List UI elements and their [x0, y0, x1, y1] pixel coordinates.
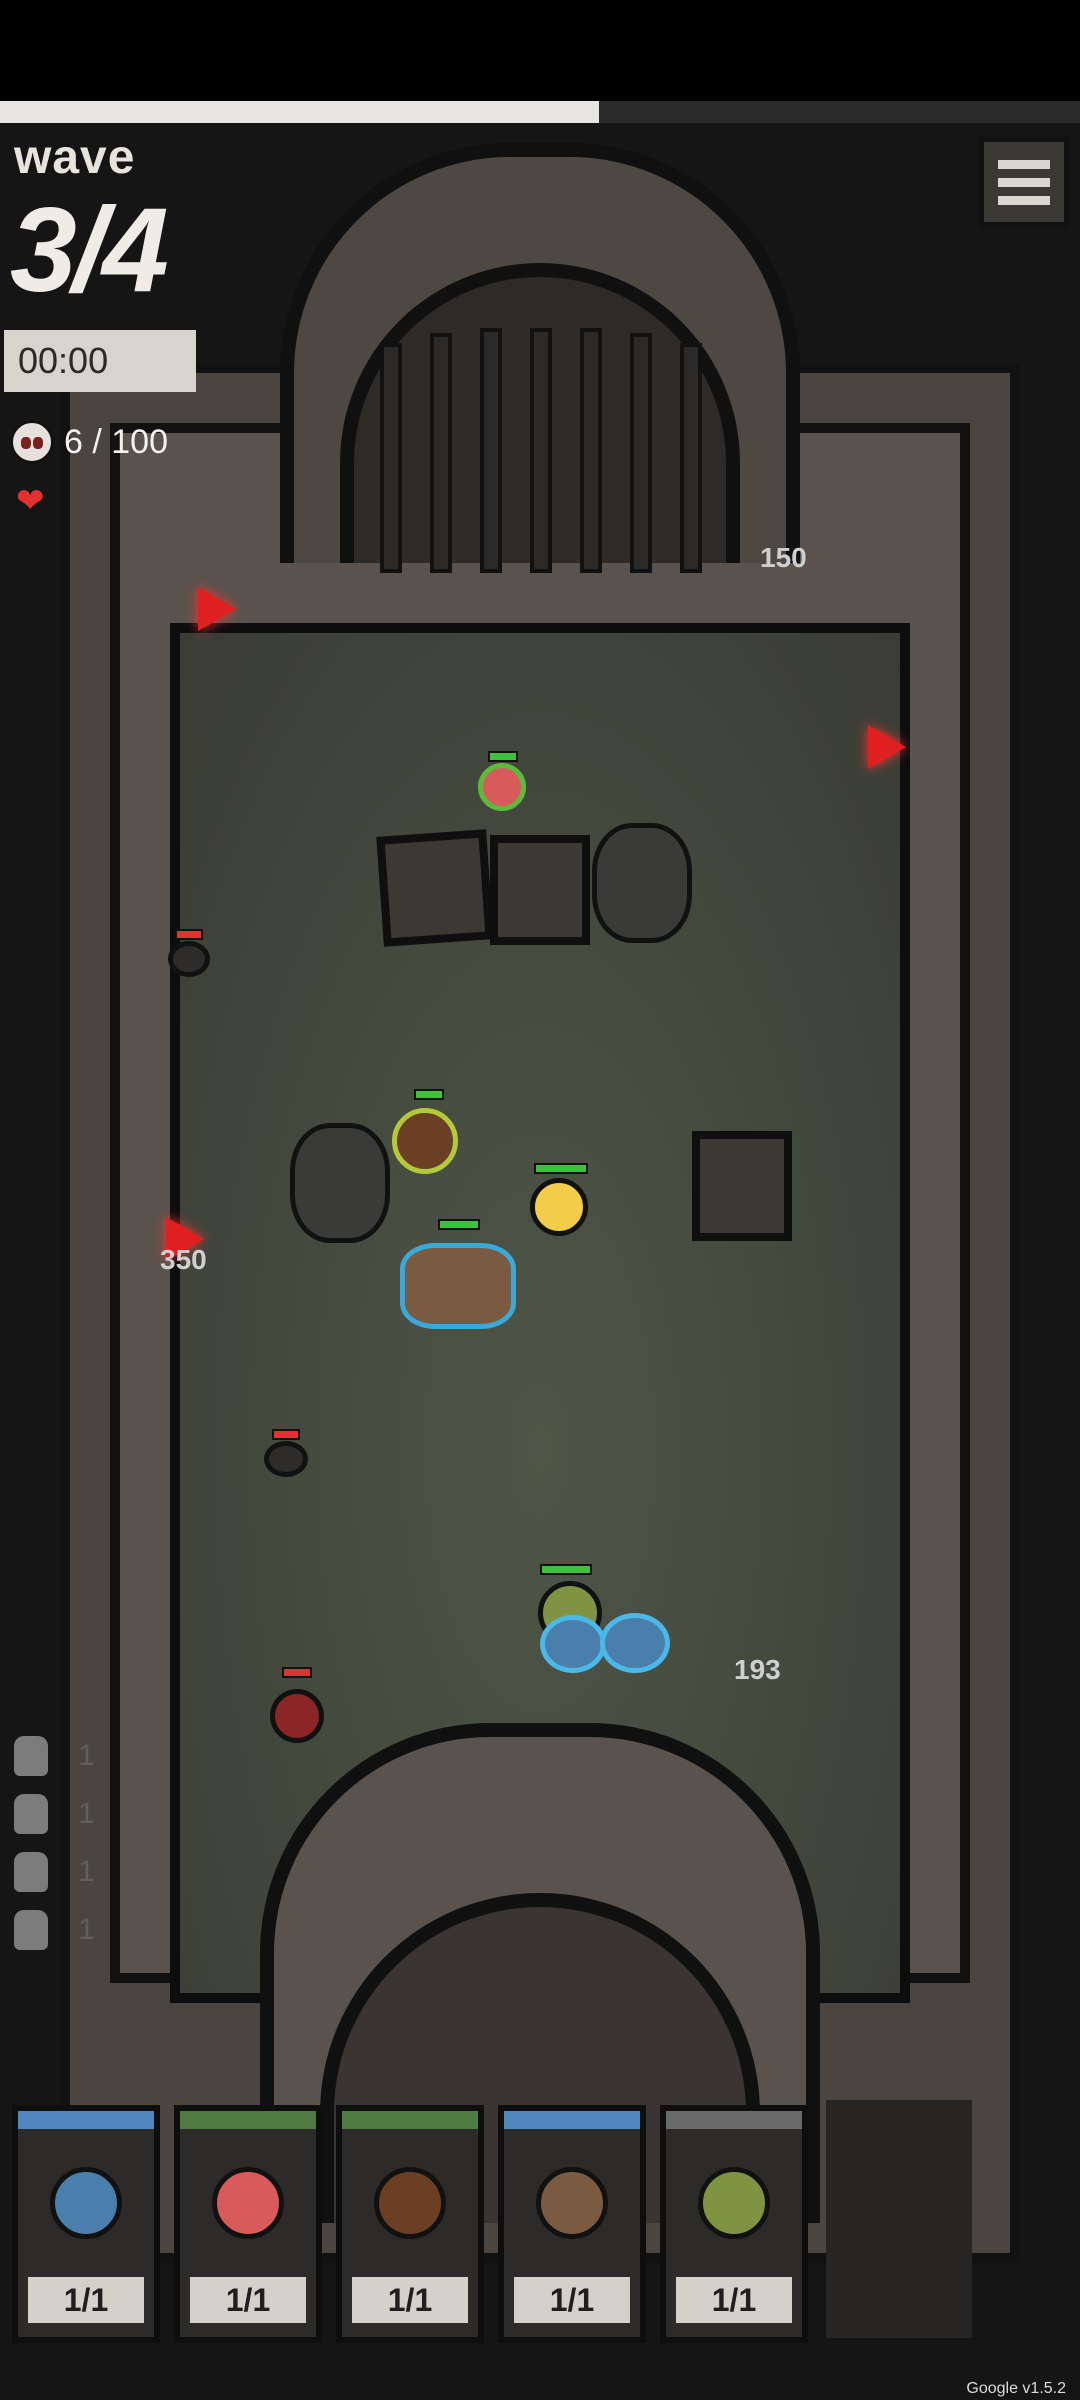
ghost-unit-icon: [14, 1794, 48, 1834]
card-count: 1/1: [676, 2277, 792, 2323]
gate-bar: [580, 328, 602, 573]
gate-bar: [430, 333, 452, 573]
ally-health-bar: [414, 1089, 444, 1100]
bomb-unit-icon: [14, 1852, 48, 1892]
bomb-imp-unit[interactable]: [392, 1108, 458, 1174]
menu-icon: [998, 159, 1050, 169]
card-rarity-band: [180, 2111, 316, 2129]
empty-card-slot: [826, 2100, 972, 2338]
unit-card-green-orc[interactable]: 1/1: [660, 2105, 808, 2343]
unit-counter-value: 1: [78, 1855, 95, 1888]
floating-number: 150: [760, 542, 807, 573]
skull-pile: [592, 823, 692, 943]
unit-counter-row: 1: [14, 1794, 95, 1834]
skull-icon: [10, 420, 54, 464]
gate-bar: [480, 328, 502, 573]
wave-timer: 00:00: [4, 330, 196, 392]
menu-button[interactable]: [978, 136, 1070, 228]
unit-counter-row: 1: [14, 1910, 95, 1950]
enemy-health-bar: [272, 1429, 300, 1440]
red-beak-icon: [212, 2167, 284, 2239]
card-count: 1/1: [514, 2277, 630, 2323]
blue-slime-unit[interactable]: [600, 1613, 670, 1673]
skull-pile: [290, 1123, 390, 1243]
wave-label: wave: [14, 131, 136, 184]
card-rarity-band: [18, 2111, 154, 2129]
menu-icon: [998, 177, 1050, 187]
unit-card-blue-slime[interactable]: 1/1: [12, 2105, 160, 2343]
gate-bar: [530, 328, 552, 573]
crate: [376, 829, 494, 947]
card-count: 1/1: [28, 2277, 144, 2323]
wave-counter: 3/4: [10, 183, 169, 317]
unit-card-red-beak[interactable]: 1/1: [174, 2105, 322, 2343]
version-label: Google v1.5.2: [966, 2380, 1066, 2397]
cannon-cart-icon: [536, 2167, 608, 2239]
unit-counter-value: 1: [78, 1739, 95, 1772]
enemy-health-bar: [282, 1667, 312, 1678]
gate-bar: [630, 333, 652, 573]
dark-blob-enemy[interactable]: [264, 1441, 308, 1477]
skull-crate: [692, 1131, 792, 1241]
unit-counter-row: 1: [14, 1736, 95, 1776]
unit-counter-value: 1: [78, 1797, 95, 1830]
kill-counter: 6 / 100: [10, 417, 168, 467]
cannon-cart-unit[interactable]: [400, 1243, 516, 1329]
player-health-bar: [534, 1163, 588, 1174]
gate-bar: [680, 343, 702, 573]
enemy-health-bar: [488, 751, 518, 762]
blue-slime-icon: [50, 2167, 122, 2239]
wave-progress-fill: [0, 101, 600, 123]
blue-slime-unit[interactable]: [540, 1615, 606, 1673]
green-orc-icon: [698, 2167, 770, 2239]
crate: [490, 835, 590, 945]
floating-number: 193: [734, 1654, 781, 1685]
enemy-health-bar: [175, 929, 203, 940]
spike-unit-icon: [14, 1736, 48, 1776]
menu-icon: [998, 195, 1050, 205]
floating-number: 350: [160, 1244, 207, 1275]
spawn-marker: [868, 725, 906, 769]
card-rarity-band: [666, 2111, 802, 2129]
dark-blob-enemy[interactable]: [168, 941, 210, 977]
red-blob-enemy[interactable]: [270, 1689, 324, 1743]
wave-progress-bar: [0, 101, 1080, 123]
unit-card-cannon-cart[interactable]: 1/1: [498, 2105, 646, 2343]
player-chick[interactable]: [530, 1178, 588, 1236]
bomb-imp-icon: [374, 2167, 446, 2239]
red-beak-unit[interactable]: [478, 763, 526, 811]
unit-counter-row: 1: [14, 1852, 95, 1892]
card-rarity-band: [342, 2111, 478, 2129]
card-count: 1/1: [190, 2277, 306, 2323]
unit-card-bomb-imp[interactable]: 1/1: [336, 2105, 484, 2343]
spawn-marker: [198, 587, 236, 631]
ally-health-bar: [540, 1564, 592, 1575]
kill-count-text: 6 / 100: [64, 422, 168, 461]
ally-health-bar: [438, 1219, 480, 1230]
card-count: 1/1: [352, 2277, 468, 2323]
card-rarity-band: [504, 2111, 640, 2129]
gate-bar: [380, 343, 402, 573]
heart-icon: ❤: [16, 482, 45, 520]
unit-counter-value: 1: [78, 1913, 95, 1946]
robot-unit-icon: [14, 1910, 48, 1950]
